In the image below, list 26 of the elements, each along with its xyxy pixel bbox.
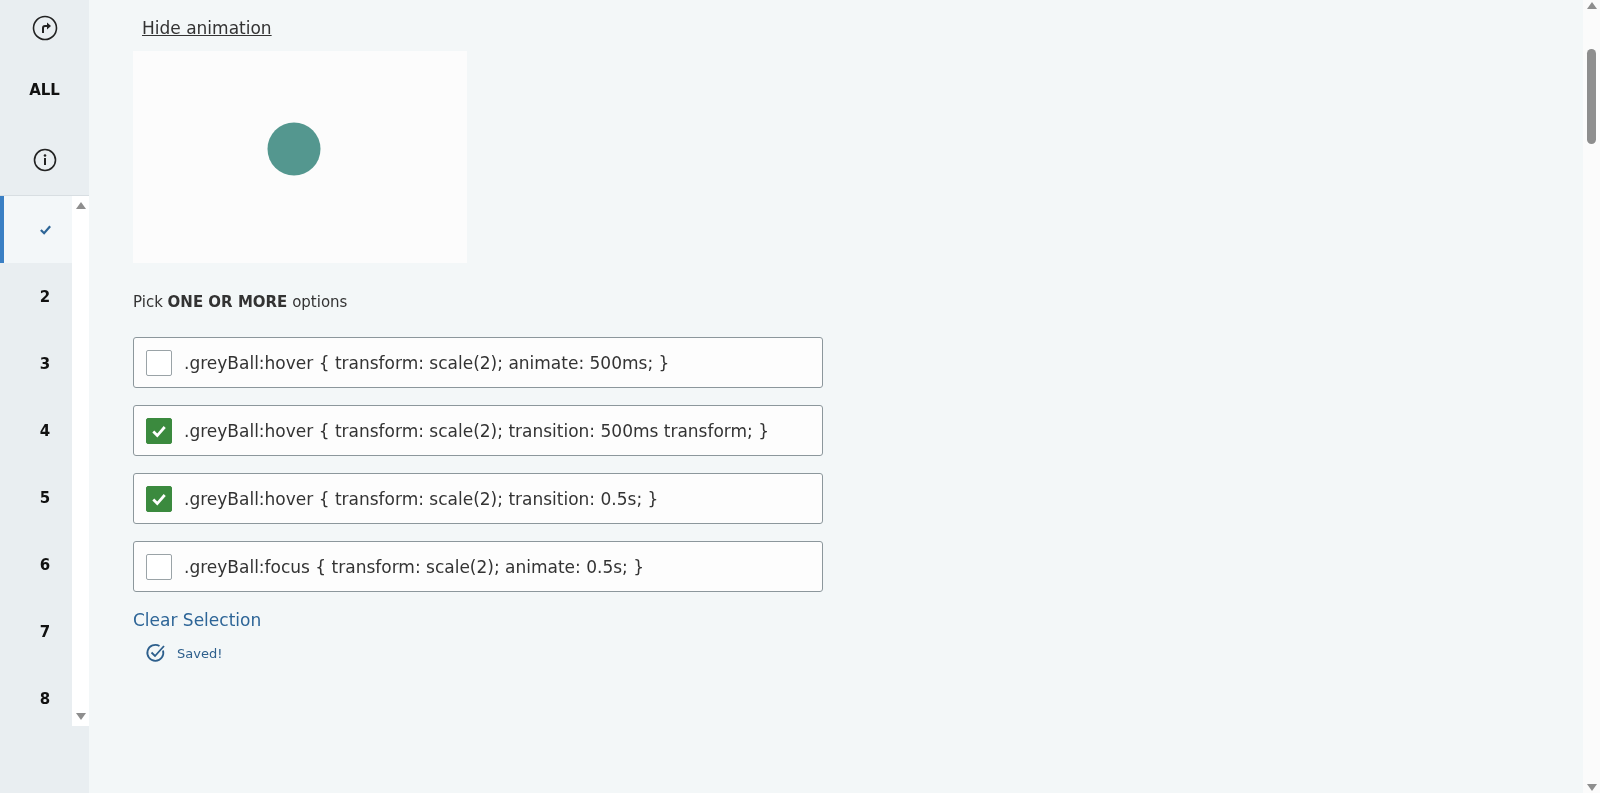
check-icon	[38, 223, 52, 236]
checkbox[interactable]	[146, 417, 172, 444]
completed-question-tab[interactable]	[0, 196, 72, 263]
all-tab[interactable]: ALL	[0, 55, 89, 125]
answer-option[interactable]: .greyBall:hover { transform: scale(2); transition: 0.5s; }	[133, 473, 823, 524]
scroll-up-icon[interactable]	[75, 202, 86, 209]
answer-option[interactable]: .greyBall:hover { transform: scale(2); animate: 500ms; }	[133, 337, 823, 388]
scroll-up-icon[interactable]	[1586, 2, 1597, 9]
option-text: .greyBall:hover { transform: scale(2); transition: 0.5s; }	[184, 488, 659, 509]
scroll-down-icon[interactable]	[1586, 784, 1597, 791]
clear-selection-link[interactable]: Clear Selection	[133, 610, 262, 630]
saved-status: Saved!	[177, 645, 223, 661]
scrollbar-thumb[interactable]	[1587, 49, 1596, 144]
scroll-down-icon[interactable]	[75, 713, 86, 720]
checkbox[interactable]	[146, 553, 172, 580]
hide-animation-link[interactable]: Hide animation	[142, 18, 272, 38]
option-text: .greyBall:hover { transform: scale(2); animate: 500ms; }	[184, 352, 670, 373]
ball-drawing	[267, 122, 321, 176]
option-text: .greyBall:hover { transform: scale(2); transition: 500ms transform; }	[184, 420, 770, 441]
check-circle-icon	[145, 642, 167, 664]
option-text: .greyBall:focus { transform: scale(2); animate: 0.5s; }	[184, 556, 645, 577]
checkbox[interactable]	[146, 485, 172, 512]
checkbox[interactable]	[146, 349, 172, 376]
answer-option[interactable]: .greyBall:hover { transform: scale(2); transition: 500ms transform; }	[133, 405, 823, 456]
instruction-text: Pick ONE OR MORE options	[133, 293, 348, 311]
answer-option[interactable]: .greyBall:focus { transform: scale(2); animate: 0.5s; }	[133, 541, 823, 592]
